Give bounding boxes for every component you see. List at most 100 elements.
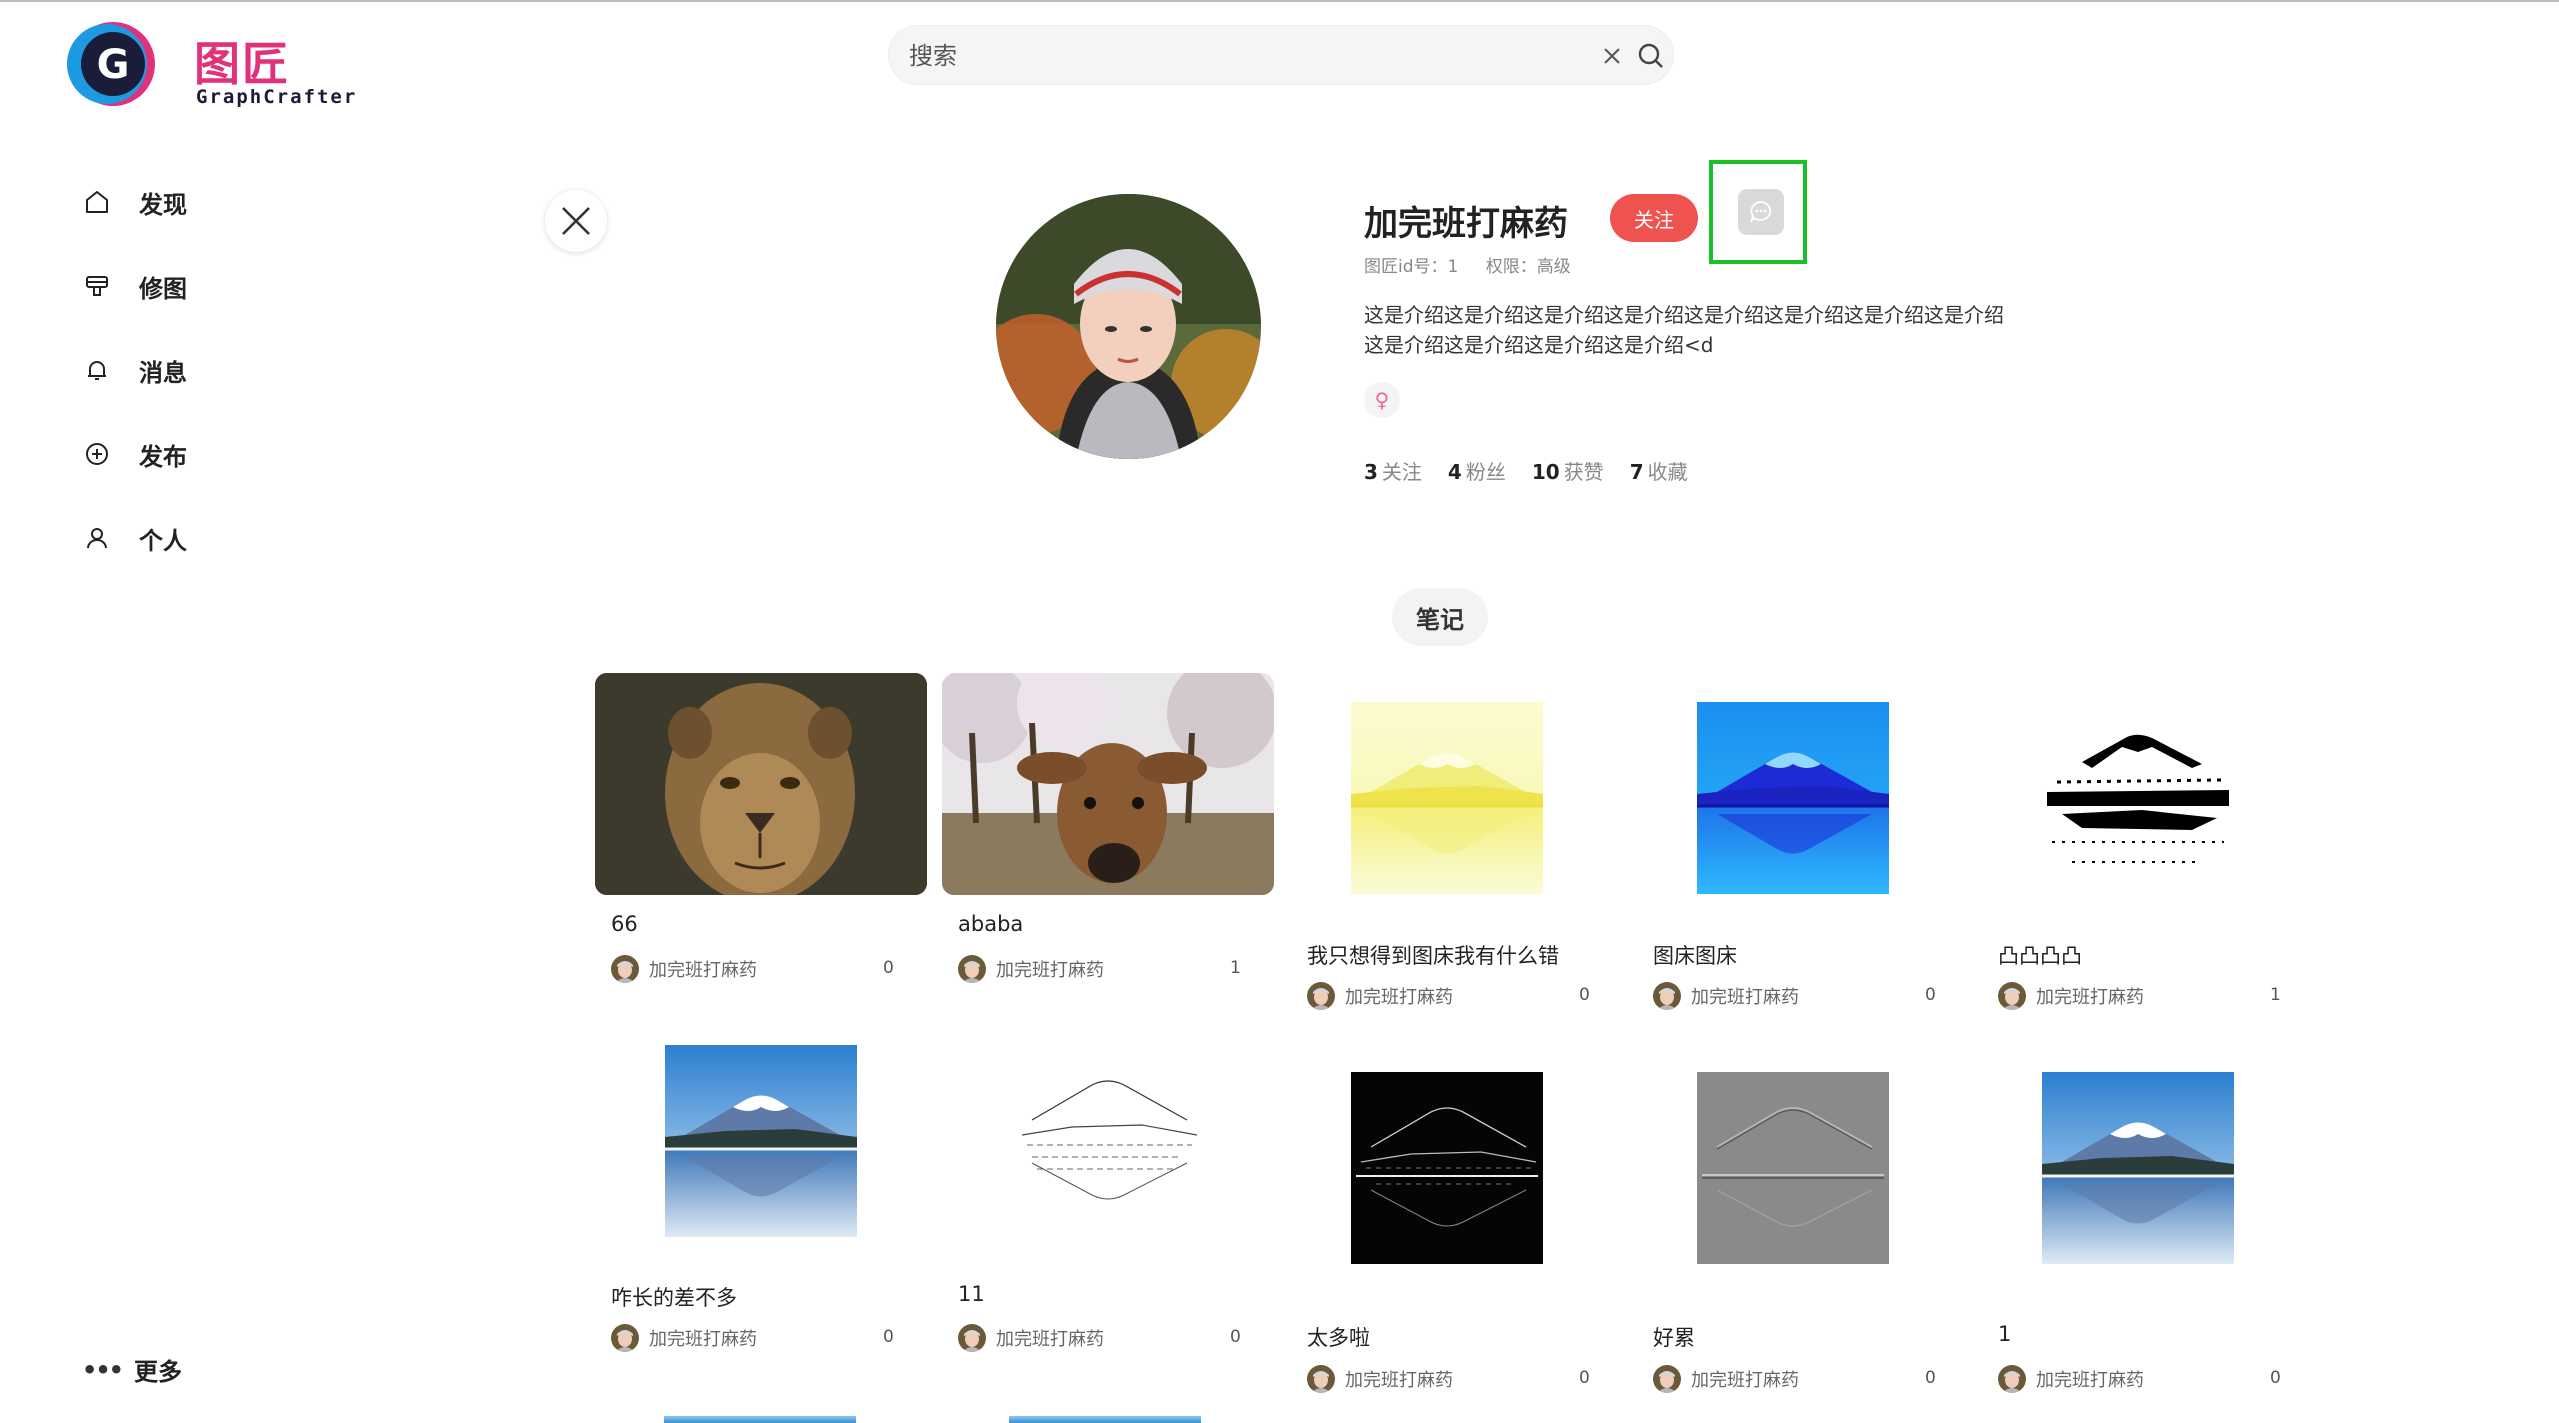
note-thumbnail[interactable] [1697,1072,1889,1264]
note-like-count[interactable]: 0 [1579,985,1590,1005]
tab-notes[interactable]: 笔记 [1392,588,1488,646]
note-like-count[interactable]: 0 [1579,1368,1590,1388]
note-title: 66 [611,912,638,936]
author-avatar [1307,982,1335,1010]
note-title: 咋长的差不多 [611,1286,737,1310]
note-like-count[interactable]: 0 [883,1327,894,1347]
note-title: 11 [958,1282,985,1306]
sidebar-item-label: 发布 [139,442,187,471]
stat-favorites: 7 收藏 [1629,460,1688,484]
note-title: 太多啦 [1307,1326,1370,1350]
logo-chinese-text: 图匠 [194,37,290,91]
note-like-count[interactable]: 0 [2270,1368,2281,1388]
note-thumbnail[interactable] [1351,1072,1543,1264]
sidebar-item-label: 消息 [139,358,187,387]
note-title: ababa [958,912,1024,936]
note-thumbnail[interactable] [2042,702,2234,894]
author-name: 加完班打麻药 [2036,1370,2144,1391]
note-author[interactable]: 加完班打麻药 [1998,1365,2144,1393]
more-label: 更多 [134,1358,183,1386]
author-name: 加完班打麻药 [2036,987,2144,1008]
author-name: 加完班打麻药 [1691,987,1799,1008]
sidebar-item-label: 发现 [139,190,187,219]
profile-meta: 图匠id号：1 权限：高级 [1364,252,1571,277]
sidebar-item-publish[interactable]: 发布 [80,412,340,496]
female-gender-icon: ♀ [1364,382,1400,418]
note-author[interactable]: 加完班打麻药 [1307,1365,1453,1393]
clear-search-icon[interactable] [1597,41,1627,71]
note-like-count[interactable]: 0 [1925,1368,1936,1388]
more-dots-icon: ••• [82,1355,124,1384]
note-thumbnail[interactable] [1351,702,1543,894]
note-thumbnail[interactable] [942,673,1274,895]
close-icon [562,207,590,235]
more-menu-button[interactable]: ••• 更多 [82,1352,182,1387]
logo-g-icon: G [67,22,155,106]
profile-avatar [996,194,1261,459]
follow-button[interactable]: 关注 [1610,194,1698,242]
note-title: 我只想得到图床我有什么错 [1307,944,1559,968]
note-author[interactable]: 加完班打麻药 [1307,982,1453,1010]
author-avatar [1307,1365,1335,1393]
app-logo[interactable]: G 图匠 GraphCrafter [60,20,380,110]
author-name: 加完班打麻药 [996,960,1104,981]
note-like-count[interactable]: 1 [2270,985,2281,1005]
note-title: 好累 [1653,1326,1695,1350]
next-row-peek [664,1416,856,1423]
sidebar-nav: 发现 修图 消息 发布 个人 [80,160,340,580]
author-avatar [611,955,639,983]
note-thumbnail[interactable] [595,673,927,895]
note-thumbnail[interactable] [1697,702,1889,894]
edit-image-icon [80,269,114,303]
stat-likes: 10 获赞 [1531,460,1604,484]
sidebar-item-label: 修图 [139,274,187,303]
profile-name: 加完班打麻药 [1364,204,1568,244]
note-thumbnail[interactable] [2042,1072,2234,1264]
author-avatar [1653,1365,1681,1393]
sidebar-item-profile[interactable]: 个人 [80,496,340,580]
home-icon [80,185,114,219]
note-like-count[interactable]: 0 [883,958,894,978]
author-name: 加完班打麻药 [649,960,757,981]
author-name: 加完班打麻药 [1345,1370,1453,1391]
note-like-count[interactable]: 0 [1230,1327,1241,1347]
next-row-peek [1009,1416,1201,1423]
profile-bio-line: 这是介绍这是介绍这是介绍这是介绍<d [1364,333,1714,357]
author-avatar [611,1324,639,1352]
author-name: 加完班打麻药 [649,1329,757,1350]
bell-icon [80,353,114,387]
close-button[interactable] [545,190,607,252]
note-thumbnail[interactable] [1012,1045,1204,1237]
sidebar-item-edit-image[interactable]: 修图 [80,244,340,328]
note-author[interactable]: 加完班打麻药 [1653,982,1799,1010]
search-input[interactable] [909,38,1549,74]
sidebar-item-messages[interactable]: 消息 [80,328,340,412]
note-title: 图床图床 [1653,944,1737,968]
note-author[interactable]: 加完班打麻药 [611,955,757,983]
stat-followers[interactable]: 4 粉丝 [1448,456,1506,485]
search-bar [888,25,1674,85]
sidebar-item-label: 个人 [139,526,187,555]
author-avatar [1998,1365,2026,1393]
note-author[interactable]: 加完班打麻药 [611,1324,757,1352]
search-icon[interactable] [1635,40,1667,72]
message-button-highlight [1709,160,1807,264]
sidebar-item-discover[interactable]: 发现 [80,160,340,244]
note-author[interactable]: 加完班打麻药 [1653,1365,1799,1393]
note-author[interactable]: 加完班打麻药 [1998,982,2144,1010]
profile-bio: 这是介绍这是介绍这是介绍这是介绍这是介绍这是介绍这是介绍这是介绍 这是介绍这是介… [1364,300,2084,360]
author-name: 加完班打麻药 [1345,987,1453,1008]
logo-english-text: GraphCrafter [196,86,358,108]
chat-bubble-icon [1750,201,1772,223]
author-name: 加完班打麻药 [996,1329,1104,1350]
note-thumbnail[interactable] [665,1045,857,1237]
author-name: 加完班打麻药 [1691,1370,1799,1391]
stat-following[interactable]: 3 关注 [1364,456,1422,485]
author-avatar [1998,982,2026,1010]
message-button[interactable] [1738,189,1784,235]
note-like-count[interactable]: 1 [1230,958,1241,978]
profile-id: 图匠id号：1 [1364,257,1459,277]
note-like-count[interactable]: 0 [1925,985,1936,1005]
note-author[interactable]: 加完班打麻药 [958,955,1104,983]
note-author[interactable]: 加完班打麻药 [958,1324,1104,1352]
